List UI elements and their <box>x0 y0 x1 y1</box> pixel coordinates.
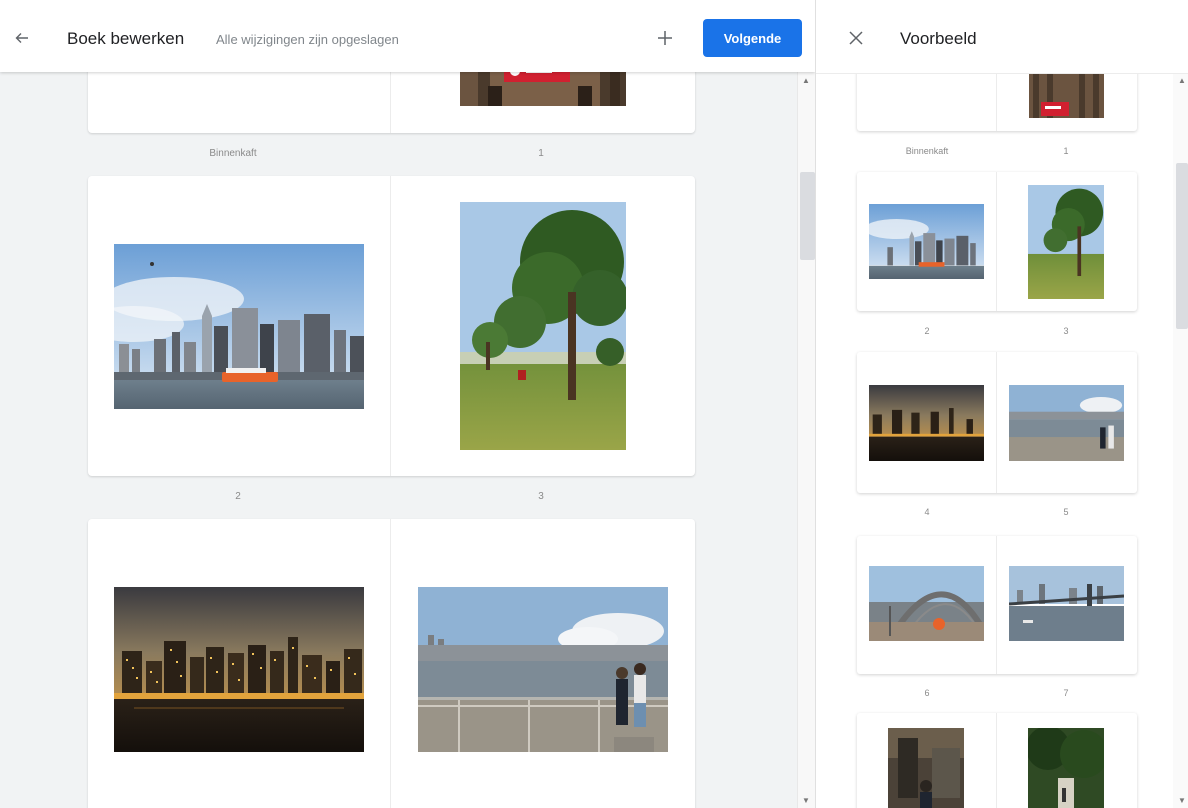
preview-panel: Voorbeeld Binnenkaft 1 2 3 4 5 6 7 ▲ ▼ <box>815 0 1188 808</box>
preview-label-1: 1 <box>1063 146 1069 156</box>
preview-photo-page-5 <box>1009 385 1124 461</box>
arrow-left-icon <box>15 33 28 43</box>
preview-label-7: 7 <box>1063 688 1069 698</box>
photo-page-2[interactable] <box>114 244 364 409</box>
preview-photo-page-2 <box>869 204 984 279</box>
close-preview-button[interactable] <box>844 26 868 50</box>
close-icon <box>849 31 863 45</box>
page-label-3: 3 <box>538 491 544 502</box>
page-label-2: 2 <box>235 491 241 502</box>
spread-divider <box>390 519 391 808</box>
preview-header: Voorbeeld <box>816 0 1188 74</box>
next-button[interactable]: Volgende <box>703 19 802 57</box>
preview-photo-page-7 <box>1009 566 1124 641</box>
preview-label-inside-cover: Binnenkaft <box>905 146 949 156</box>
spread-divider <box>996 536 997 674</box>
preview-photo-page-6 <box>869 566 984 641</box>
editor-toolbar: Boek bewerken Alle wijzigingen zijn opge… <box>0 0 815 72</box>
spread-divider <box>390 176 391 476</box>
save-status-text: Alle wijzigingen zijn opgeslagen <box>216 32 399 47</box>
preview-scroll-up-arrow[interactable]: ▲ <box>1176 76 1188 85</box>
editor-scroll-up-arrow[interactable]: ▲ <box>800 76 812 85</box>
page-title: Boek bewerken <box>67 29 185 48</box>
photo-page-5[interactable] <box>418 587 668 752</box>
editor-panel: Boek bewerken Alle wijzigingen zijn opge… <box>0 0 815 808</box>
preview-spread-6-7[interactable] <box>857 536 1137 674</box>
spread-4-5[interactable] <box>88 519 695 808</box>
editor-scrollbar-thumb[interactable] <box>800 172 815 260</box>
spread-inside-cover-1[interactable] <box>88 72 695 133</box>
preview-photo-page-9 <box>1028 728 1104 808</box>
spread-divider <box>996 713 997 808</box>
preview-scroll-down-arrow[interactable]: ▼ <box>1176 796 1188 805</box>
editor-scroll-down-arrow[interactable]: ▼ <box>800 796 812 805</box>
spread-2-3[interactable] <box>88 176 695 476</box>
preview-label-5: 5 <box>1063 507 1069 517</box>
preview-label-6: 6 <box>924 688 930 698</box>
back-button[interactable] <box>8 24 36 52</box>
spread-divider <box>996 172 997 311</box>
photo-page-1[interactable] <box>460 72 626 106</box>
plus-icon <box>658 31 672 45</box>
preview-label-3: 3 <box>1063 326 1069 336</box>
preview-photo-page-3 <box>1028 185 1104 299</box>
preview-label-4: 4 <box>924 507 930 517</box>
add-button[interactable] <box>653 24 677 52</box>
preview-photo-page-4 <box>869 385 984 461</box>
preview-photo-page-1 <box>1029 74 1104 118</box>
page-label-inside-cover: Binnenkaft <box>209 148 257 159</box>
preview-spread-8-9[interactable] <box>857 713 1137 808</box>
editor-pages-area: Binnenkaft 1 2 3 <box>0 72 815 808</box>
preview-label-2: 2 <box>924 326 930 336</box>
preview-spread-2-3[interactable] <box>857 172 1137 311</box>
preview-scrollbar-thumb[interactable] <box>1176 163 1188 329</box>
preview-photo-page-8 <box>888 728 964 808</box>
preview-spread-4-5[interactable] <box>857 352 1137 493</box>
spread-divider <box>390 72 391 133</box>
page-label-1: 1 <box>538 148 544 159</box>
photo-page-3[interactable] <box>460 202 626 450</box>
spread-divider <box>996 352 997 493</box>
photo-page-4[interactable] <box>114 587 364 752</box>
preview-title: Voorbeeld <box>900 29 977 48</box>
